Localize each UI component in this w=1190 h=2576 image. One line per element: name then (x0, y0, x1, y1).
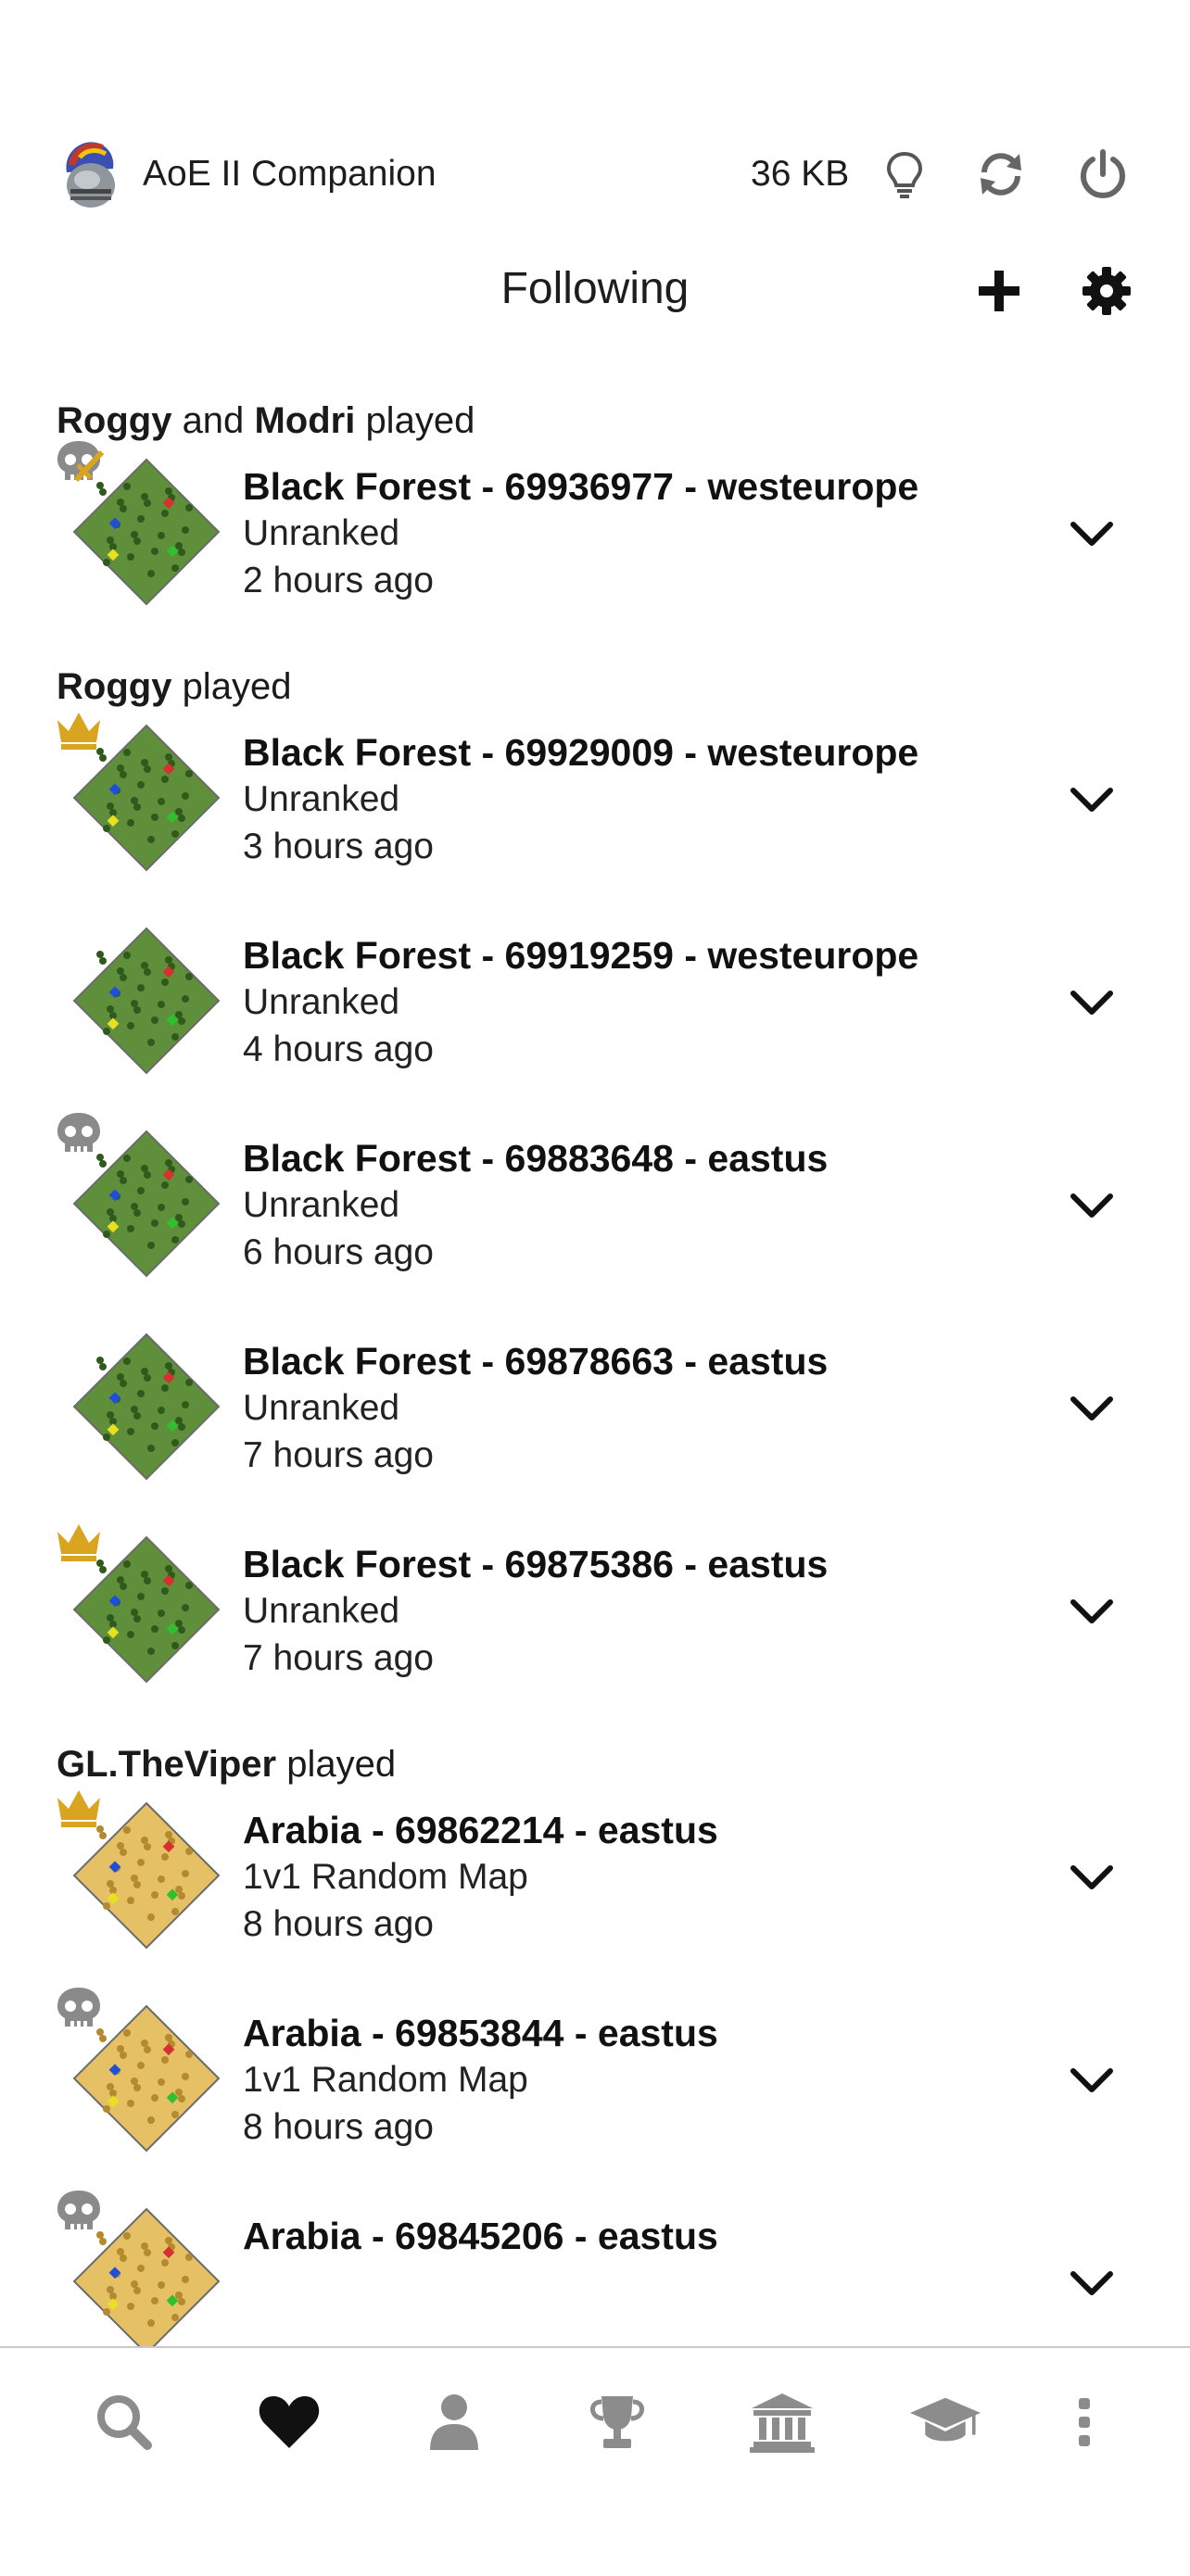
player-name[interactable]: GL.TheViper (57, 1744, 276, 1785)
skull-icon (57, 1113, 100, 1152)
match-row[interactable]: Arabia - 69862214 - eastus 1v1 Random Map… (0, 1787, 1190, 1989)
more-vertical-icon (1079, 2398, 1090, 2446)
match-time: 8 hours ago (243, 1904, 434, 1944)
match-type: Unranked (243, 982, 400, 1022)
player-name[interactable]: Roggy (57, 666, 171, 707)
cache-size[interactable]: 36 KB (751, 154, 849, 195)
tab-following[interactable] (254, 2387, 324, 2457)
match-row[interactable]: Black Forest - 69936977 - westeurope Unra… (0, 441, 1190, 646)
person-icon (430, 2394, 478, 2450)
group-joiner: and (182, 400, 245, 441)
tab-leaderboard[interactable] (582, 2387, 652, 2457)
crown-icon (57, 713, 100, 750)
match-time: 8 hours ago (243, 2107, 434, 2147)
chevron-down-icon[interactable] (1066, 2054, 1118, 2106)
match-row[interactable]: Black Forest - 69875386 - eastus Unranked… (0, 1521, 1190, 1724)
match-type: 1v1 Random Map (243, 2060, 528, 2100)
helmet-icon (66, 142, 115, 208)
match-row[interactable]: Arabia - 69853844 - eastus 1v1 Random Map… (0, 1988, 1190, 2192)
match-row[interactable]: Black Forest - 69929009 - westeurope Unra… (0, 709, 1190, 912)
match-title: Black Forest - 69919259 - westeurope (243, 934, 919, 977)
graduation-cap-icon (910, 2397, 981, 2442)
match-title: Black Forest - 69878663 - eastus (243, 1340, 829, 1383)
following-feed[interactable]: Roggy and Modri played Black Forest - 69… (0, 380, 1190, 2346)
chevron-down-icon[interactable] (1066, 774, 1118, 826)
app-title: AoE II Companion (143, 154, 437, 194)
match-time: 2 hours ago (243, 561, 434, 600)
match-title: Black Forest - 69883648 - eastus (243, 1137, 829, 1180)
trophy-icon (590, 2396, 644, 2448)
lightbulb-icon[interactable] (877, 146, 932, 202)
player-name[interactable]: Roggy (57, 400, 171, 441)
match-row[interactable]: Arabia - 69845206 - eastus (0, 2191, 1190, 2346)
match-type: 1v1 Random Map (243, 1857, 528, 1897)
group-header: Roggy played (0, 646, 1190, 709)
map-thumbnail (72, 1332, 221, 1481)
match-type: Unranked (243, 513, 400, 553)
gear-icon[interactable] (1079, 263, 1134, 319)
bank-icon (750, 2393, 815, 2453)
chevron-down-icon[interactable] (1066, 2257, 1118, 2309)
skull-icon (57, 2191, 100, 2229)
match-time: 4 hours ago (243, 1029, 434, 1069)
tab-civilizations[interactable] (747, 2387, 817, 2457)
match-time: 3 hours ago (243, 827, 434, 866)
group-suffix: played (182, 666, 292, 707)
app-header: AoE II Companion 36 KB (0, 130, 1190, 222)
match-title: Black Forest - 69929009 - westeurope (243, 731, 919, 774)
tab-search[interactable] (89, 2387, 159, 2457)
chevron-down-icon[interactable] (1066, 508, 1118, 560)
match-time: 7 hours ago (243, 1435, 434, 1475)
group-suffix: played (365, 400, 475, 441)
chevron-down-icon[interactable] (1066, 1851, 1118, 1903)
match-time: 6 hours ago (243, 1232, 434, 1272)
match-row[interactable]: Black Forest - 69878663 - eastus Unranked… (0, 1318, 1190, 1521)
chevron-down-icon[interactable] (1066, 977, 1118, 1029)
chevron-down-icon[interactable] (1066, 1383, 1118, 1434)
skull-sword-icon (57, 441, 104, 483)
bottom-tab-bar (0, 2346, 1190, 2576)
match-time: 7 hours ago (243, 1638, 434, 1678)
player-name[interactable]: Modri (254, 400, 355, 441)
match-type: Unranked (243, 1185, 400, 1225)
match-type: Unranked (243, 779, 400, 819)
heart-icon (259, 2396, 320, 2448)
match-title: Arabia - 69853844 - eastus (243, 2012, 718, 2054)
refresh-icon[interactable] (973, 146, 1029, 202)
power-icon[interactable] (1075, 146, 1131, 202)
match-title: Black Forest - 69936977 - westeurope (243, 465, 919, 508)
map-thumbnail (72, 927, 221, 1075)
match-type: Unranked (243, 1591, 400, 1631)
tab-profile[interactable] (419, 2387, 489, 2457)
tab-more[interactable] (1049, 2387, 1120, 2457)
plus-icon[interactable] (971, 263, 1027, 319)
match-title: Arabia - 69862214 - eastus (243, 1809, 718, 1851)
match-type: Unranked (243, 1388, 400, 1428)
chevron-down-icon[interactable] (1066, 1585, 1118, 1637)
skull-icon (57, 1988, 100, 2027)
match-row[interactable]: Black Forest - 69883648 - eastus Unranked… (0, 1113, 1190, 1318)
group-suffix: played (286, 1744, 397, 1785)
match-title: Arabia - 69845206 - eastus (243, 2215, 718, 2257)
crown-icon (57, 1524, 100, 1561)
tab-guides[interactable] (910, 2387, 981, 2457)
chevron-down-icon[interactable] (1066, 1180, 1118, 1231)
group-header: GL.TheViper played (0, 1724, 1190, 1787)
search-icon (97, 2395, 152, 2450)
match-title: Black Forest - 69875386 - eastus (243, 1543, 829, 1585)
page-titlebar: Following (0, 250, 1190, 334)
group-header: Roggy and Modri played (0, 380, 1190, 443)
crown-icon (57, 1790, 100, 1827)
match-row[interactable]: Black Forest - 69919259 - westeurope Unra… (0, 912, 1190, 1115)
